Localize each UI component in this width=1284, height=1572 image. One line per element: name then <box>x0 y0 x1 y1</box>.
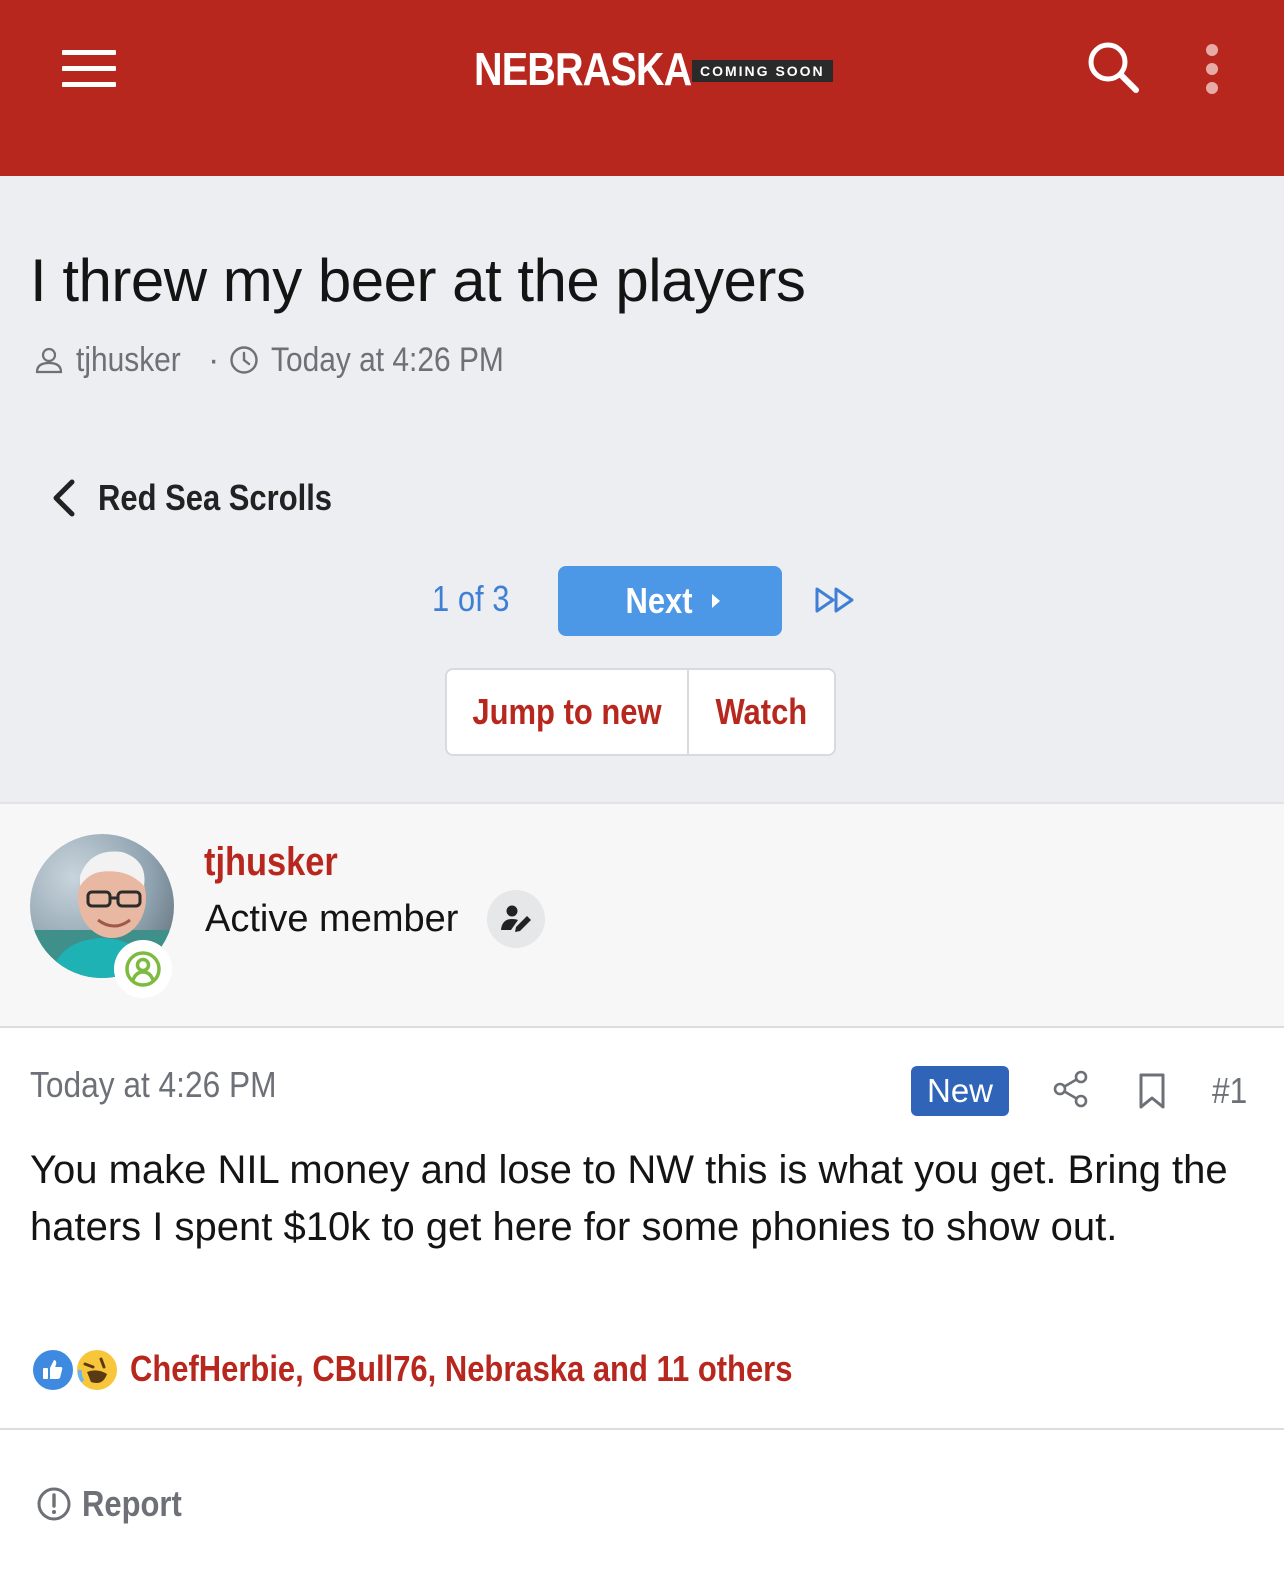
share-icon[interactable] <box>1052 1070 1090 1108</box>
post-body: You make NIL money and lose to NW this i… <box>30 1148 1228 1249</box>
haha-icon <box>74 1347 120 1393</box>
clock-icon <box>230 346 259 374</box>
reactions-bar: ChefHerbie, CBull76, Nebraska and 11 oth… <box>30 1342 900 1396</box>
post-number[interactable]: #1 <box>1212 1070 1247 1112</box>
more-vertical-icon[interactable] <box>1196 40 1228 98</box>
thread-header: I threw my beer at the players tjhusker … <box>0 176 1284 802</box>
report-button[interactable]: Report <box>36 1480 198 1528</box>
next-page-button[interactable]: Next <box>558 566 782 636</box>
post-user-block: tjhusker Active member <box>0 802 1284 1028</box>
thread-date[interactable]: Today at 4:26 PM <box>271 341 504 380</box>
alert-circle-icon <box>37 1487 71 1521</box>
breadcrumb-label: Red Sea Scrolls <box>98 477 333 518</box>
user-edit-icon[interactable] <box>487 890 545 948</box>
jump-to-new-button[interactable]: Jump to new <box>447 670 689 754</box>
logo-text: NEBRASKA <box>474 43 692 95</box>
watch-button[interactable]: Watch <box>689 670 834 754</box>
post: Today at 4:26 PM New #1 You make NIL mon… <box>0 1028 1284 1430</box>
site-logo[interactable]: NEBRASKA COMING SOON <box>474 43 833 95</box>
thread-author[interactable]: tjhusker <box>76 341 192 380</box>
fast-forward-icon[interactable] <box>814 586 858 614</box>
user-title: Active member <box>205 898 459 940</box>
post-time[interactable]: Today at 4:26 PM <box>30 1064 277 1106</box>
online-user-icon <box>114 940 172 998</box>
reaction-users[interactable]: ChefHerbie, CBull76, Nebraska and 11 oth… <box>130 1348 792 1390</box>
thread-meta: tjhusker · Today at 4:26 PM <box>34 340 536 380</box>
breadcrumb[interactable]: Red Sea Scrolls <box>50 476 370 520</box>
bookmark-icon[interactable] <box>1136 1072 1168 1110</box>
top-bar: NEBRASKA COMING SOON <box>0 0 1284 176</box>
thread-action-group: Jump to new Watch <box>445 668 836 756</box>
post-username[interactable]: tjhusker <box>204 840 338 885</box>
user-icon <box>35 347 63 374</box>
reaction-icons[interactable] <box>30 1345 126 1393</box>
search-icon[interactable] <box>1084 38 1144 98</box>
caret-right-icon <box>712 594 721 608</box>
new-badge: New <box>911 1066 1009 1116</box>
page-indicator[interactable]: 1 of 3 <box>432 578 509 620</box>
jump-to-new-label: Jump to new <box>472 691 662 732</box>
report-label: Report <box>82 1483 182 1524</box>
next-page-label: Next <box>625 580 693 621</box>
watch-label: Watch <box>715 691 808 732</box>
hamburger-menu-icon[interactable] <box>60 50 118 90</box>
like-icon <box>30 1347 76 1393</box>
meta-separator: · <box>208 340 220 379</box>
chevron-left-icon <box>53 479 75 517</box>
logo-tag: COMING SOON <box>692 60 833 82</box>
thread-title: I threw my beer at the players <box>30 247 806 314</box>
